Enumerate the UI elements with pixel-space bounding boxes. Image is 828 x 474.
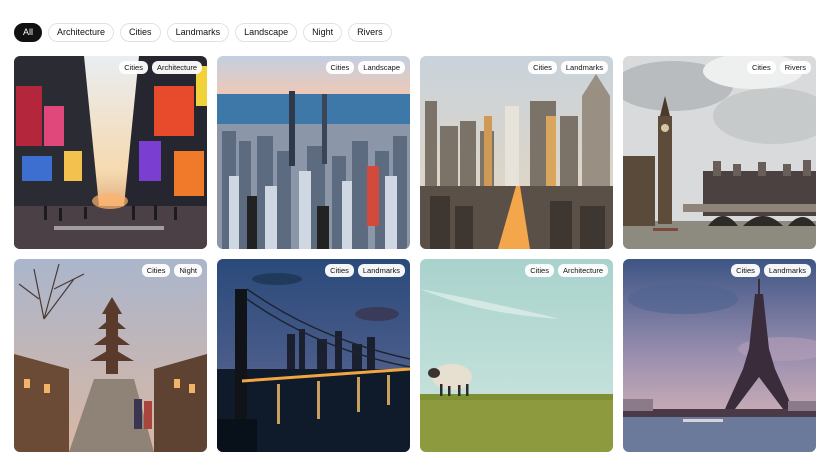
photo-tag[interactable]: Cities [746,61,776,74]
photo-big-ben-river [623,56,816,249]
photo-card-sheep-field[interactable]: Cities Architecture [420,259,613,452]
photo-nyc-skyline [420,56,613,249]
photo-tag[interactable]: Landmarks [560,61,608,74]
photo-card-bridge-night[interactable]: Cities Landmarks [217,259,410,452]
photo-tags: Cities Night [141,264,202,277]
photo-tag[interactable]: Landmarks [763,264,811,277]
photo-chicago-aerial [217,56,410,249]
photo-times-square [14,56,207,249]
filter-bar: All Architecture Cities Landmarks Landsc… [14,23,392,42]
photo-tag[interactable]: Cities [141,264,171,277]
filter-chip-landmarks[interactable]: Landmarks [166,23,230,42]
photo-tag[interactable]: Cities [119,61,148,74]
photo-card-eiffel-tower[interactable]: Cities Landmarks [623,259,816,452]
photo-tags: Cities Landmarks [731,264,811,277]
photo-eiffel-tower [623,259,816,452]
filter-chip-landscape[interactable]: Landscape [235,23,298,42]
photo-tags: Cities Rivers [746,61,811,74]
filter-chip-night[interactable]: Night [303,23,343,42]
filter-chip-cities[interactable]: Cities [120,23,161,42]
photo-tag[interactable]: Night [174,264,202,277]
photo-card-big-ben-river[interactable]: Cities Rivers [623,56,816,249]
photo-kyoto-pagoda [14,259,207,452]
photo-tag[interactable]: Cities [525,264,554,277]
photo-card-chicago-aerial[interactable]: Cities Landscape [217,56,410,249]
filter-chip-architecture[interactable]: Architecture [48,23,115,42]
photo-card-times-square[interactable]: Cities Architecture [14,56,207,249]
photo-tag[interactable]: Cities [325,264,354,277]
photo-tags: Cities Landscape [325,61,405,74]
photo-tag[interactable]: Landscape [358,61,405,74]
photo-card-nyc-skyline[interactable]: Cities Landmarks [420,56,613,249]
photo-tags: Cities Landmarks [325,264,405,277]
photo-tags: Cities Architecture [119,61,202,74]
photo-tag[interactable]: Cities [731,264,760,277]
photo-card-kyoto-pagoda[interactable]: Cities Night [14,259,207,452]
photo-tag[interactable]: Rivers [779,61,811,74]
photo-sheep-field [420,259,613,452]
filter-chip-rivers[interactable]: Rivers [348,23,392,42]
photo-bridge-night [217,259,410,452]
filter-chip-all[interactable]: All [14,23,43,42]
photo-tag[interactable]: Architecture [557,264,608,277]
photo-tag[interactable]: Cities [325,61,355,74]
photo-tag[interactable]: Cities [528,61,557,74]
photo-tag[interactable]: Landmarks [357,264,405,277]
photo-tag[interactable]: Architecture [151,61,202,74]
photo-tags: Cities Landmarks [528,61,608,74]
photo-tags: Cities Architecture [525,264,608,277]
photo-grid: Cities Architecture Cities Landscape Cit… [14,56,816,452]
